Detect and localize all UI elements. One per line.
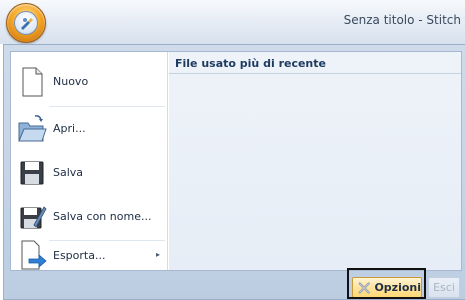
- recent-files-pane: File usato più di recente: [169, 52, 461, 270]
- open-folder-icon: [17, 113, 47, 145]
- menu-item-label: Nuovo: [53, 75, 89, 88]
- options-button[interactable]: Opzioni: [352, 277, 422, 298]
- window-title: Senza titolo - Stitch: [343, 13, 461, 27]
- menu-item-label: Salva: [53, 166, 84, 179]
- application-button[interactable]: [6, 3, 46, 43]
- title-bar: Senza titolo - Stitch: [0, 0, 465, 44]
- application-menu: Nuovo Apri... Salva Salva con nome... Es…: [3, 44, 465, 300]
- exit-button[interactable]: Esci: [428, 277, 460, 298]
- command-list: Nuovo Apri... Salva Salva con nome... Es…: [11, 52, 168, 270]
- menu-item-label: Esporta...: [53, 249, 106, 262]
- recent-files-header: File usato più di recente: [169, 52, 461, 74]
- submenu-arrow-icon: ▸: [155, 250, 160, 259]
- menu-item-label: Apri...: [53, 122, 86, 135]
- exit-button-label: Esci: [433, 281, 455, 294]
- options-button-label: Opzioni: [374, 281, 421, 294]
- application-menu-body: Nuovo Apri... Salva Salva con nome... Es…: [10, 51, 462, 271]
- menu-item-save[interactable]: Salva: [11, 151, 168, 195]
- save-as-icon: [17, 201, 47, 233]
- app-logo-icon: [14, 11, 38, 35]
- save-disk-icon: [17, 157, 47, 189]
- new-document-icon: [17, 66, 47, 98]
- menu-item-export[interactable]: Esporta... ▸: [11, 239, 168, 271]
- menu-item-label: Salva con nome...: [53, 210, 152, 223]
- export-icon: [17, 239, 47, 271]
- options-icon: [358, 281, 370, 294]
- menu-item-open[interactable]: Apri...: [11, 107, 168, 151]
- menu-item-new[interactable]: Nuovo: [11, 60, 168, 104]
- menu-item-save-as[interactable]: Salva con nome...: [11, 195, 168, 239]
